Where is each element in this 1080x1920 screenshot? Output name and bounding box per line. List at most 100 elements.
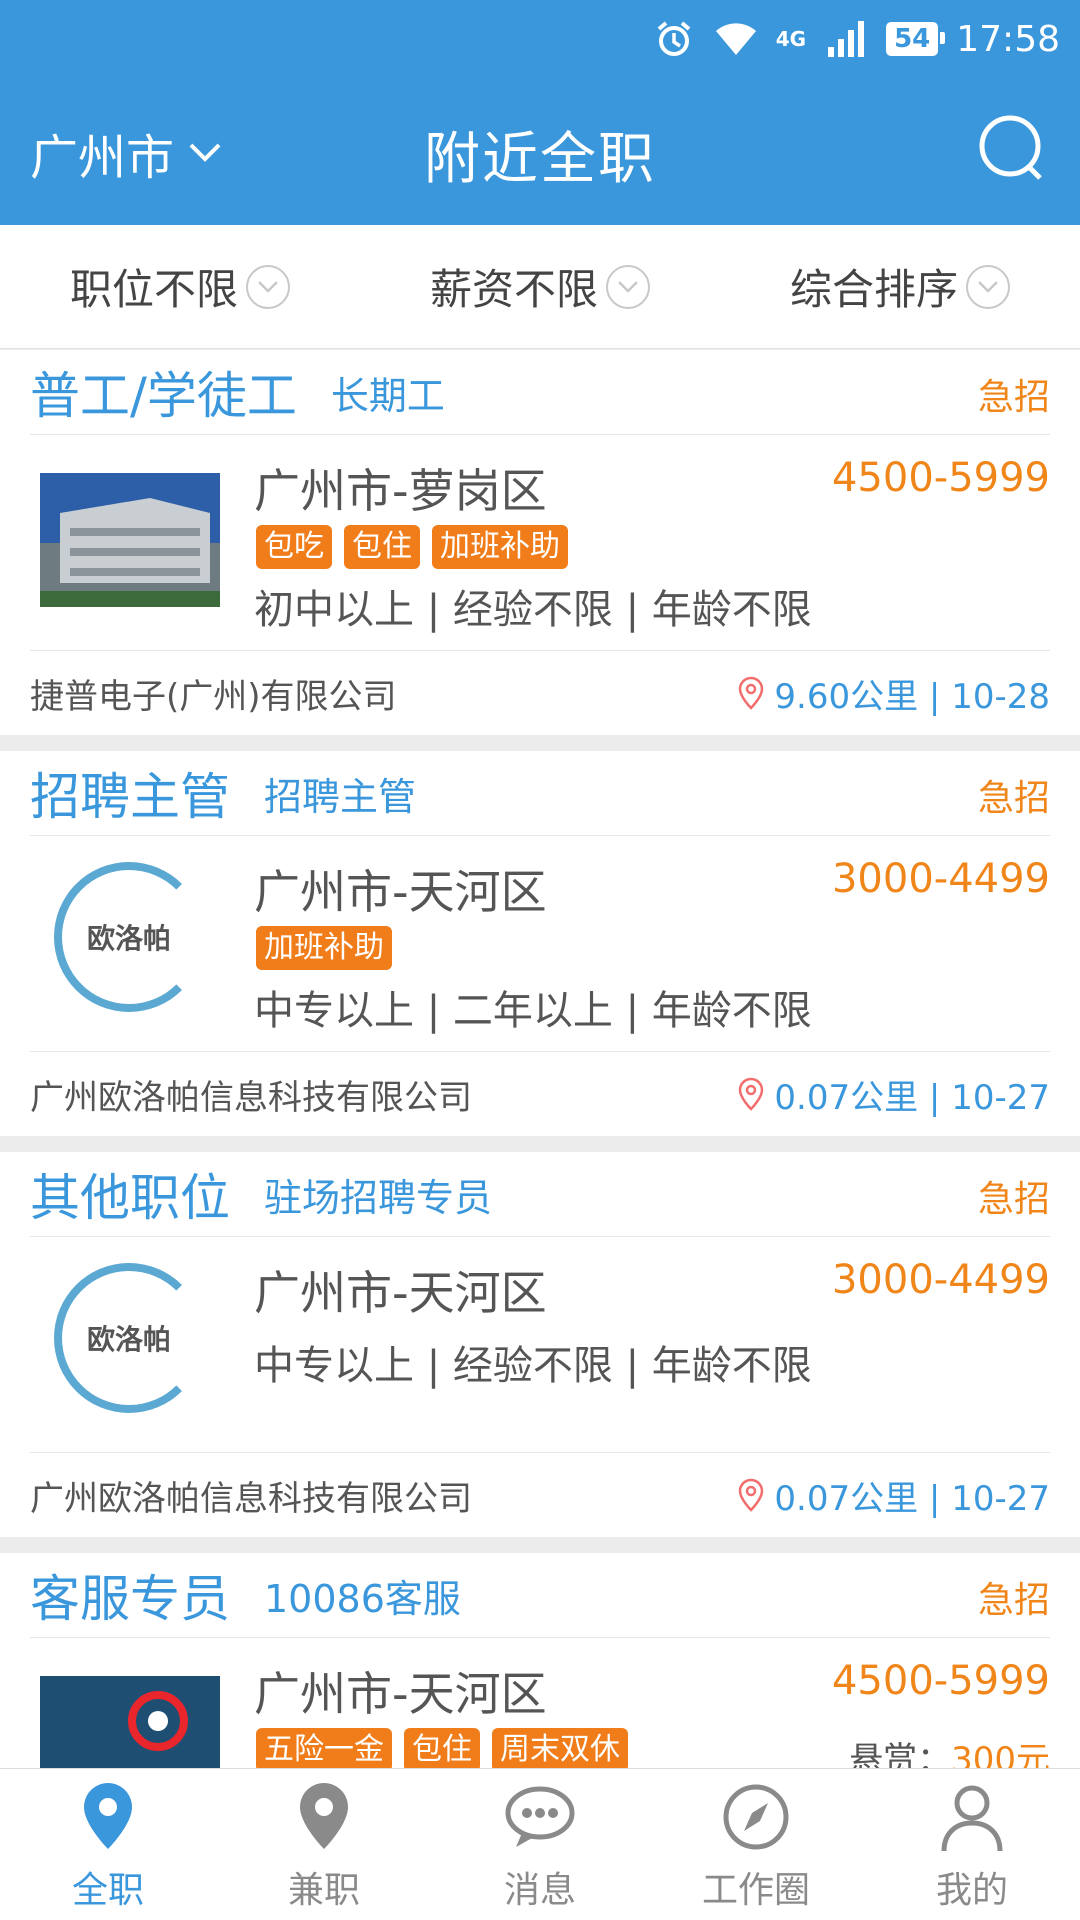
location-pin-icon — [739, 1077, 764, 1111]
chevron-down-icon — [246, 264, 290, 309]
distance-date: 0.07公里 | 10-27 — [738, 1471, 1050, 1520]
company-logo — [40, 473, 220, 607]
urgent-badge: 急招 — [977, 377, 1050, 418]
distance-date: 0.07公里 | 10-27 — [738, 1070, 1050, 1119]
benefit-tag: 包住 — [344, 525, 420, 569]
company-logo-circle: 欧洛帕 — [54, 1263, 204, 1413]
benefit-tags: 加班补助 — [256, 926, 392, 970]
urgent-badge: 急招 — [977, 778, 1050, 819]
company-name: 广州欧洛帕信息科技有限公司 — [30, 1077, 472, 1118]
nav-item-profile[interactable]: 我的 — [864, 1769, 1080, 1920]
job-card-body: 广州市-萝岗区 4500-5999 包吃 包住 加班补助 初中以上 | 经验不限… — [30, 435, 1050, 651]
wifi-icon — [714, 17, 758, 61]
app-header: 4G 54 17:58 广州市 附近全职 — [0, 0, 1080, 225]
distance-date-text: 9.60公里 | 10-28 — [774, 676, 1050, 717]
job-name: 10086客服 — [264, 1576, 461, 1621]
job-card-footer: 广州欧洛帕信息科技有限公司 0.07公里 | 10-27 — [30, 1052, 1050, 1136]
filter-label: 薪资不限 — [429, 265, 598, 314]
urgent-badge: 急招 — [977, 1179, 1050, 1220]
nav-label: 我的 — [935, 1869, 1008, 1911]
location-pin-icon — [739, 1478, 764, 1512]
filter-sort[interactable]: 综合排序 — [720, 225, 1080, 348]
nav-item-workcircle[interactable]: 工作圈 — [648, 1769, 864, 1920]
benefit-tag: 加班补助 — [256, 926, 392, 970]
job-location: 广州市-天河区 — [254, 865, 547, 919]
chat-bubble-icon — [505, 1786, 575, 1847]
location-pin-icon — [739, 676, 764, 710]
battery-indicator: 54 — [886, 22, 946, 56]
location-pin-icon — [84, 1782, 132, 1849]
company-logo: 欧洛帕 — [54, 1263, 234, 1413]
company-name: 捷普电子(广州)有限公司 — [30, 676, 397, 717]
search-icon — [979, 115, 1042, 180]
company-logo-text: 欧洛帕 — [86, 922, 171, 955]
benefit-tag: 包住 — [404, 1728, 480, 1772]
job-salary: 3000-4499 — [831, 856, 1050, 902]
search-button[interactable] — [976, 112, 1048, 184]
job-salary: 4500-5999 — [831, 1658, 1050, 1704]
nav-item-fulltime[interactable]: 全职 — [0, 1769, 216, 1920]
benefit-tag: 五险一金 — [256, 1728, 392, 1772]
company-logo: 欧洛帕 — [54, 862, 234, 1012]
job-card-body: 欧洛帕 广州市-天河区 3000-4499 中专以上 | 经验不限 | 年龄不限 — [30, 1237, 1050, 1453]
job-card-footer: 捷普电子(广州)有限公司 9.60公里 | 10-28 — [30, 651, 1050, 735]
job-name: 招聘主管 — [264, 774, 417, 819]
nav-label: 工作圈 — [701, 1869, 810, 1911]
job-requirements: 中专以上 | 经验不限 | 年龄不限 — [254, 1343, 812, 1389]
chevron-down-icon — [966, 264, 1010, 309]
benefit-tags: 包吃 包住 加班补助 — [256, 525, 568, 569]
location-pin-outline-icon — [300, 1782, 348, 1849]
alarm-icon — [652, 17, 696, 61]
bottom-navigation: 全职 兼职 消息 工作圈 我的 — [0, 1768, 1080, 1920]
filter-label: 职位不限 — [69, 265, 238, 314]
job-card-header: 其他职位 驻场招聘专员 急招 — [30, 1152, 1050, 1237]
job-name: 驻场招聘专员 — [264, 1175, 493, 1220]
benefit-tags: 五险一金 包住 周末双休 — [256, 1728, 628, 1772]
benefit-tag: 周末双休 — [492, 1728, 628, 1772]
network-type: 4G — [775, 27, 807, 51]
distance-date-text: 0.07公里 | 10-27 — [774, 1478, 1050, 1519]
status-bar: 4G 54 17:58 — [652, 14, 1060, 64]
nav-label: 兼职 — [287, 1869, 360, 1911]
job-location: 广州市-萝岗区 — [254, 464, 547, 518]
distance-date: 9.60公里 | 10-28 — [738, 669, 1050, 718]
filter-label: 综合排序 — [789, 265, 958, 314]
job-location: 广州市-天河区 — [254, 1667, 547, 1721]
job-requirements: 初中以上 | 经验不限 | 年龄不限 — [254, 587, 812, 633]
company-logo-text: 欧洛帕 — [86, 1323, 171, 1356]
job-card-header: 招聘主管 招聘主管 急招 — [30, 751, 1050, 836]
clock: 17:58 — [956, 18, 1060, 60]
job-category: 招聘主管 — [30, 768, 230, 826]
compass-icon — [723, 1784, 789, 1849]
job-card-header: 客服专员 10086客服 急招 — [30, 1553, 1050, 1638]
nav-label: 全职 — [71, 1869, 144, 1911]
job-category: 客服专员 — [30, 1570, 230, 1628]
job-card-footer: 广州欧洛帕信息科技有限公司 0.07公里 | 10-27 — [30, 1453, 1050, 1537]
job-requirements: 中专以上 | 二年以上 | 年龄不限 — [254, 988, 812, 1034]
job-card-header: 普工/学徒工 长期工 急招 — [30, 350, 1050, 435]
company-logo-circle: 欧洛帕 — [54, 862, 204, 1012]
benefit-tag: 包吃 — [256, 525, 332, 569]
distance-date-text: 0.07公里 | 10-27 — [774, 1077, 1050, 1118]
person-icon — [941, 1785, 1003, 1851]
job-name: 长期工 — [330, 373, 445, 418]
job-salary: 4500-5999 — [831, 455, 1050, 501]
nav-item-messages[interactable]: 消息 — [432, 1769, 648, 1920]
job-card[interactable]: 其他职位 驻场招聘专员 急招 欧洛帕 广州市-天河区 3000-4499 中专以… — [0, 1152, 1080, 1537]
filter-salary[interactable]: 薪资不限 — [360, 225, 720, 348]
benefit-tag: 加班补助 — [432, 525, 568, 569]
job-card[interactable]: 招聘主管 招聘主管 急招 欧洛帕 广州市-天河区 3000-4499 加班补助 … — [0, 751, 1080, 1136]
job-card[interactable]: 普工/学徒工 长期工 急招 广州市-萝岗区 4500-5999 包吃 包住 加班… — [0, 350, 1080, 735]
job-location: 广州市-天河区 — [254, 1266, 547, 1320]
job-list: 普工/学徒工 长期工 急招 广州市-萝岗区 4500-5999 包吃 包住 加班… — [0, 350, 1080, 1870]
job-card-body: 欧洛帕 广州市-天河区 3000-4499 加班补助 中专以上 | 二年以上 |… — [30, 836, 1050, 1052]
filter-bar: 职位不限 薪资不限 综合排序 — [0, 225, 1080, 349]
company-name: 广州欧洛帕信息科技有限公司 — [30, 1478, 472, 1519]
job-salary: 3000-4499 — [831, 1257, 1050, 1303]
job-category: 其他职位 — [30, 1169, 230, 1227]
page-title: 附近全职 — [424, 127, 656, 192]
job-category: 普工/学徒工 — [30, 367, 297, 425]
filter-position[interactable]: 职位不限 — [0, 225, 360, 348]
nav-label: 消息 — [503, 1869, 576, 1911]
nav-item-parttime[interactable]: 兼职 — [216, 1769, 432, 1920]
